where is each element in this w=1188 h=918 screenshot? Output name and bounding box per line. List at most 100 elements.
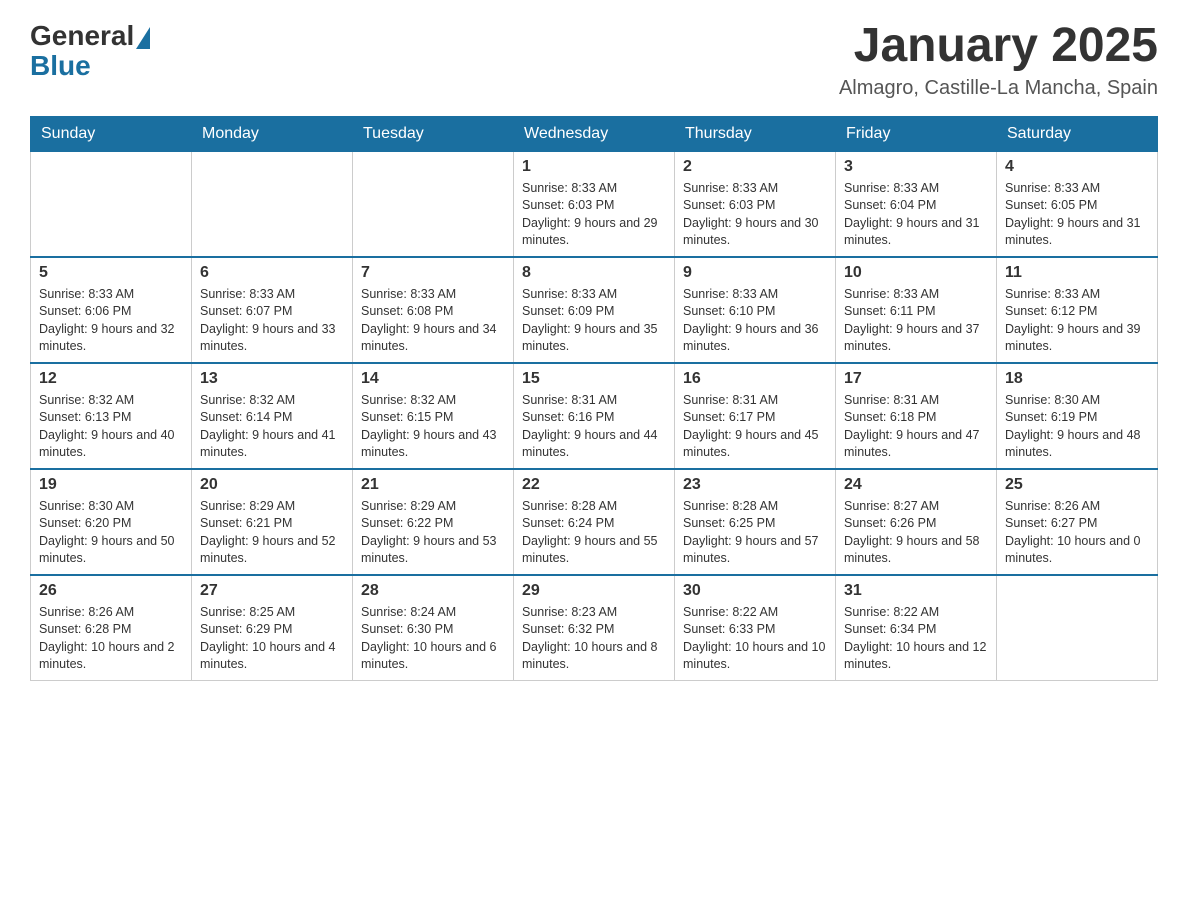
table-row [997, 575, 1158, 681]
table-row: 27Sunrise: 8:25 AMSunset: 6:29 PMDayligh… [192, 575, 353, 681]
day-info: Sunrise: 8:32 AMSunset: 6:13 PMDaylight:… [39, 392, 183, 462]
day-number: 15 [522, 370, 666, 388]
day-info: Sunrise: 8:22 AMSunset: 6:34 PMDaylight:… [844, 604, 988, 674]
table-row: 31Sunrise: 8:22 AMSunset: 6:34 PMDayligh… [836, 575, 997, 681]
table-row [353, 151, 514, 257]
header-friday: Friday [836, 116, 997, 151]
day-number: 16 [683, 370, 827, 388]
table-row: 14 Sunrise: 8:32 AMSunset: 6:15 PMDayligh… [353, 363, 514, 469]
day-info: Sunrise: 8:33 AMSunset: 6:07 PMDaylight:… [200, 286, 344, 356]
day-number: 18 [1005, 370, 1149, 388]
day-info: Sunrise: 8:32 AMSunset: 6:14 PMDaylight:… [200, 392, 344, 462]
table-row: 3Sunrise: 8:33 AMSunset: 6:04 PMDaylight… [836, 151, 997, 257]
day-info: Sunrise: 8:26 AMSunset: 6:27 PMDaylight:… [1005, 498, 1149, 568]
day-info: Sunrise: 8:33 AMSunset: 6:12 PMDaylight:… [1005, 286, 1149, 356]
day-info: Sunrise: 8:32 AMSunset: 6:15 PMDaylight:… [361, 392, 505, 462]
day-number: 30 [683, 582, 827, 600]
table-row [192, 151, 353, 257]
header-thursday: Thursday [675, 116, 836, 151]
table-row: 15 Sunrise: 8:31 AMSunset: 6:16 PMDayligh… [514, 363, 675, 469]
logo: General Blue [30, 20, 150, 80]
day-info: Sunrise: 8:30 AMSunset: 6:19 PMDaylight:… [1005, 392, 1149, 462]
month-title: January 2025 [839, 20, 1158, 73]
day-number: 22 [522, 476, 666, 494]
day-info: Sunrise: 8:33 AMSunset: 6:06 PMDaylight:… [39, 286, 183, 356]
day-info: Sunrise: 8:24 AMSunset: 6:30 PMDaylight:… [361, 604, 505, 674]
day-number: 14 [361, 370, 505, 388]
day-number: 19 [39, 476, 183, 494]
header-monday: Monday [192, 116, 353, 151]
day-info: Sunrise: 8:30 AMSunset: 6:20 PMDaylight:… [39, 498, 183, 568]
table-row: 10 Sunrise: 8:33 AMSunset: 6:11 PMDayligh… [836, 257, 997, 363]
page-header: General Blue January 2025 Almagro, Casti… [30, 20, 1158, 100]
day-number: 20 [200, 476, 344, 494]
day-number: 6 [200, 264, 344, 282]
day-number: 12 [39, 370, 183, 388]
table-row: 11 Sunrise: 8:33 AMSunset: 6:12 PMDayligh… [997, 257, 1158, 363]
day-number: 10 [844, 264, 988, 282]
day-number: 1 [522, 158, 666, 176]
location-title: Almagro, Castille-La Mancha, Spain [839, 77, 1158, 100]
day-number: 4 [1005, 158, 1149, 176]
day-info: Sunrise: 8:28 AMSunset: 6:24 PMDaylight:… [522, 498, 666, 568]
day-info: Sunrise: 8:33 AMSunset: 6:09 PMDaylight:… [522, 286, 666, 356]
table-row: 8Sunrise: 8:33 AMSunset: 6:09 PMDaylight… [514, 257, 675, 363]
day-info: Sunrise: 8:25 AMSunset: 6:29 PMDaylight:… [200, 604, 344, 674]
day-number: 9 [683, 264, 827, 282]
day-info: Sunrise: 8:26 AMSunset: 6:28 PMDaylight:… [39, 604, 183, 674]
day-number: 7 [361, 264, 505, 282]
day-info: Sunrise: 8:28 AMSunset: 6:25 PMDaylight:… [683, 498, 827, 568]
day-number: 23 [683, 476, 827, 494]
table-row: 18 Sunrise: 8:30 AMSunset: 6:19 PMDayligh… [997, 363, 1158, 469]
day-info: Sunrise: 8:29 AMSunset: 6:22 PMDaylight:… [361, 498, 505, 568]
day-info: Sunrise: 8:33 AMSunset: 6:08 PMDaylight:… [361, 286, 505, 356]
calendar-row-3: 12 Sunrise: 8:32 AMSunset: 6:13 PMDayligh… [31, 363, 1158, 469]
table-row: 23 Sunrise: 8:28 AMSunset: 6:25 PMDayligh… [675, 469, 836, 575]
table-row: 20 Sunrise: 8:29 AMSunset: 6:21 PMDayligh… [192, 469, 353, 575]
table-row: 1 Sunrise: 8:33 AMSunset: 6:03 PMDaylight… [514, 151, 675, 257]
logo-general-text: General [30, 20, 134, 52]
day-number: 24 [844, 476, 988, 494]
table-row: 9 Sunrise: 8:33 AMSunset: 6:10 PMDaylight… [675, 257, 836, 363]
day-number: 11 [1005, 264, 1149, 282]
title-section: January 2025 Almagro, Castille-La Mancha… [839, 20, 1158, 100]
calendar-row-5: 26 Sunrise: 8:26 AMSunset: 6:28 PMDayligh… [31, 575, 1158, 681]
table-row: 4 Sunrise: 8:33 AMSunset: 6:05 PMDaylight… [997, 151, 1158, 257]
day-number: 26 [39, 582, 183, 600]
table-row: 29Sunrise: 8:23 AMSunset: 6:32 PMDayligh… [514, 575, 675, 681]
day-number: 2 [683, 158, 827, 176]
calendar-row-1: 1 Sunrise: 8:33 AMSunset: 6:03 PMDaylight… [31, 151, 1158, 257]
table-row: 28 Sunrise: 8:24 AMSunset: 6:30 PMDayligh… [353, 575, 514, 681]
table-row: 16Sunrise: 8:31 AMSunset: 6:17 PMDayligh… [675, 363, 836, 469]
header-saturday: Saturday [997, 116, 1158, 151]
table-row: 6 Sunrise: 8:33 AMSunset: 6:07 PMDaylight… [192, 257, 353, 363]
calendar-row-4: 19 Sunrise: 8:30 AMSunset: 6:20 PMDayligh… [31, 469, 1158, 575]
day-number: 13 [200, 370, 344, 388]
table-row: 13 Sunrise: 8:32 AMSunset: 6:14 PMDayligh… [192, 363, 353, 469]
header-wednesday: Wednesday [514, 116, 675, 151]
day-number: 5 [39, 264, 183, 282]
day-number: 28 [361, 582, 505, 600]
day-number: 17 [844, 370, 988, 388]
table-row: 22 Sunrise: 8:28 AMSunset: 6:24 PMDayligh… [514, 469, 675, 575]
day-info: Sunrise: 8:29 AMSunset: 6:21 PMDaylight:… [200, 498, 344, 568]
day-info: Sunrise: 8:33 AMSunset: 6:03 PMDaylight:… [522, 180, 666, 250]
day-info: Sunrise: 8:31 AMSunset: 6:18 PMDaylight:… [844, 392, 988, 462]
logo-triangle-icon [136, 27, 150, 49]
weekday-header-row: Sunday Monday Tuesday Wednesday Thursday… [31, 116, 1158, 151]
day-info: Sunrise: 8:31 AMSunset: 6:16 PMDaylight:… [522, 392, 666, 462]
calendar-table: Sunday Monday Tuesday Wednesday Thursday… [30, 116, 1158, 681]
table-row: 21 Sunrise: 8:29 AMSunset: 6:22 PMDayligh… [353, 469, 514, 575]
table-row: 2Sunrise: 8:33 AMSunset: 6:03 PMDaylight… [675, 151, 836, 257]
table-row: 25 Sunrise: 8:26 AMSunset: 6:27 PMDayligh… [997, 469, 1158, 575]
day-number: 25 [1005, 476, 1149, 494]
logo-blue-text: Blue [30, 52, 150, 80]
day-number: 21 [361, 476, 505, 494]
table-row: 17 Sunrise: 8:31 AMSunset: 6:18 PMDayligh… [836, 363, 997, 469]
day-info: Sunrise: 8:22 AMSunset: 6:33 PMDaylight:… [683, 604, 827, 674]
day-info: Sunrise: 8:33 AMSunset: 6:11 PMDaylight:… [844, 286, 988, 356]
calendar-row-2: 5 Sunrise: 8:33 AMSunset: 6:06 PMDaylight… [31, 257, 1158, 363]
day-info: Sunrise: 8:33 AMSunset: 6:10 PMDaylight:… [683, 286, 827, 356]
day-info: Sunrise: 8:33 AMSunset: 6:05 PMDaylight:… [1005, 180, 1149, 250]
day-info: Sunrise: 8:27 AMSunset: 6:26 PMDaylight:… [844, 498, 988, 568]
